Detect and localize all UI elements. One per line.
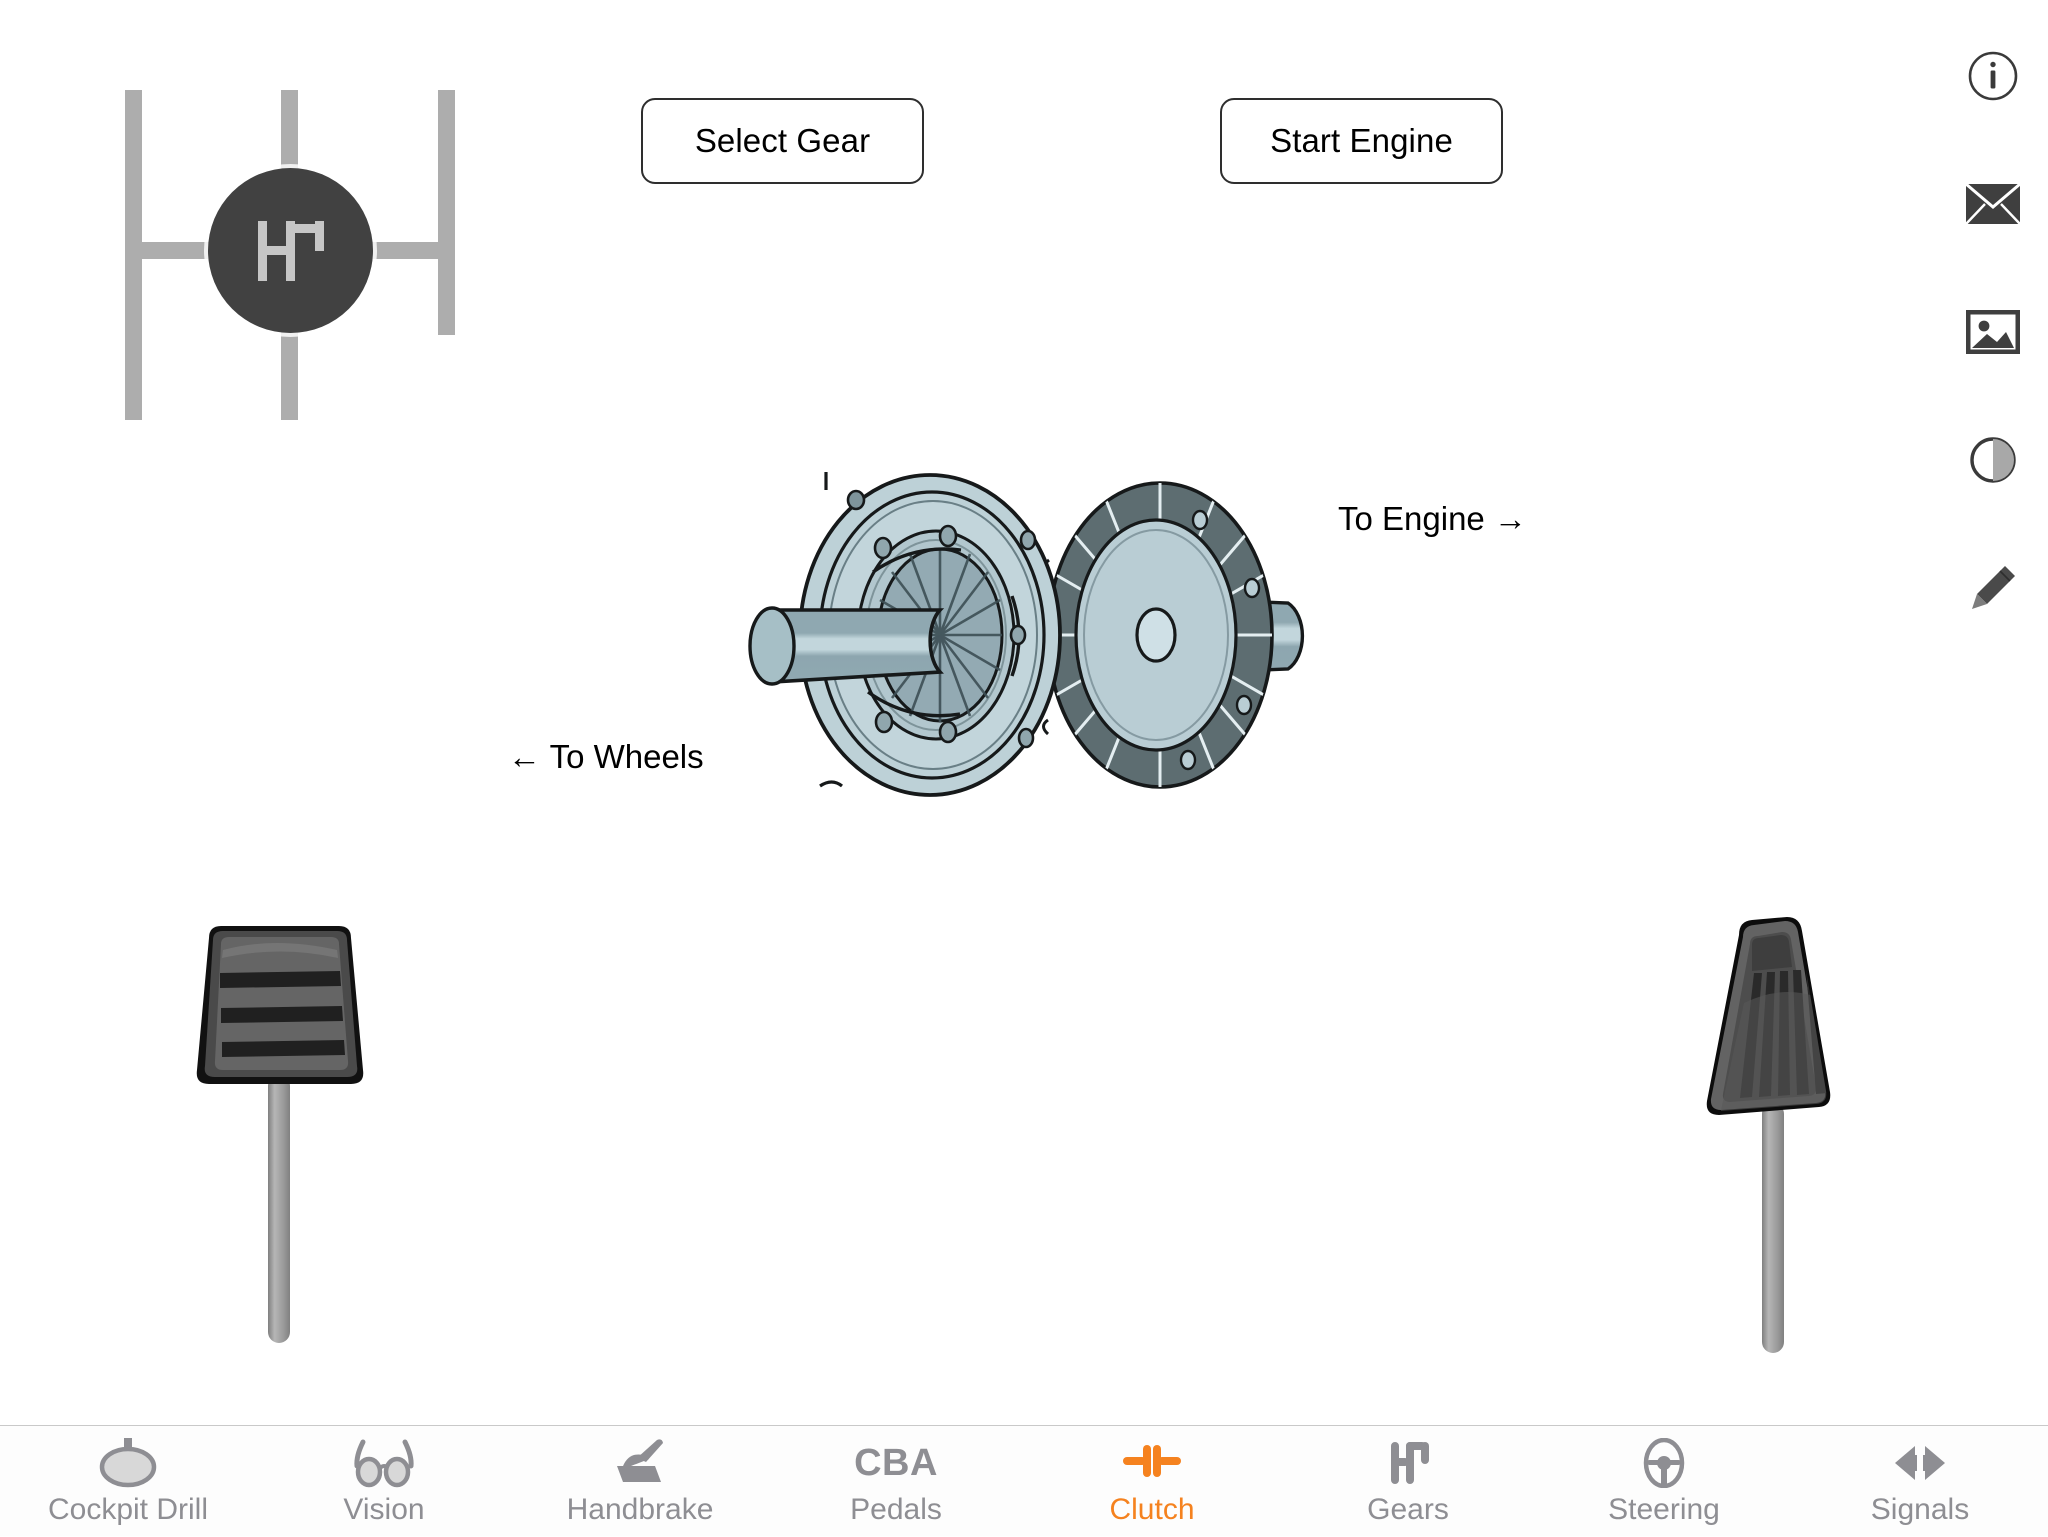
image-icon[interactable] — [1957, 296, 2029, 368]
clutch-icon — [1121, 1435, 1183, 1491]
gate-right-rail — [438, 90, 455, 335]
indicators-icon — [1889, 1435, 1951, 1491]
tab-cockpit-drill[interactable]: Cockpit Drill — [0, 1426, 256, 1537]
glasses-icon — [353, 1435, 415, 1491]
tab-label: Handbrake — [566, 1493, 714, 1526]
gear-stick-icon — [1377, 1435, 1439, 1491]
cba-text: CBA — [854, 1442, 938, 1484]
pencil-icon[interactable] — [1957, 552, 2029, 624]
clutch-pedal[interactable] — [185, 920, 375, 1350]
contrast-icon[interactable] — [1957, 424, 2029, 496]
clutch-assembly-illustration — [640, 420, 1420, 850]
main-stage: Select Gear Start Engine ← To Wheels To … — [0, 0, 2048, 1425]
steering-wheel-icon — [1633, 1435, 1695, 1491]
tab-steering[interactable]: Steering — [1536, 1426, 1792, 1537]
tab-label: Clutch — [1109, 1493, 1195, 1526]
tab-label: Gears — [1367, 1493, 1449, 1526]
start-engine-button[interactable]: Start Engine — [1220, 98, 1503, 184]
accelerator-pedal[interactable] — [1680, 915, 1870, 1355]
tab-signals[interactable]: Signals — [1792, 1426, 2048, 1537]
mirror-icon — [97, 1435, 159, 1491]
tab-vision[interactable]: Vision — [256, 1426, 512, 1537]
to-wheels-label: ← To Wheels — [508, 738, 704, 775]
select-gear-button[interactable]: Select Gear — [641, 98, 924, 184]
tab-label: Signals — [1870, 1493, 1970, 1526]
gear-gate[interactable] — [125, 90, 455, 420]
tab-pedals[interactable]: CBA Pedals — [768, 1426, 1024, 1537]
tab-handbrake[interactable]: Handbrake — [512, 1426, 768, 1537]
gear-knob[interactable] — [208, 168, 373, 333]
to-engine-label: To Engine → — [1338, 500, 1527, 537]
tab-label: Pedals — [850, 1493, 942, 1526]
info-icon[interactable] — [1957, 40, 2029, 112]
mail-icon[interactable] — [1957, 168, 2029, 240]
tab-label: Steering — [1608, 1493, 1720, 1526]
bottom-tab-bar: Cockpit Drill Vision Handbrake CBA Pedal… — [0, 1425, 2048, 1536]
utility-toolbar — [1938, 40, 2048, 680]
tab-label: Vision — [343, 1493, 425, 1526]
tab-label: Cockpit Drill — [47, 1493, 209, 1526]
cba-icon: CBA — [854, 1435, 938, 1491]
handbrake-icon — [609, 1435, 671, 1491]
tab-clutch[interactable]: Clutch — [1024, 1426, 1280, 1537]
tab-gears[interactable]: Gears — [1280, 1426, 1536, 1537]
h-pattern-icon — [257, 220, 324, 281]
